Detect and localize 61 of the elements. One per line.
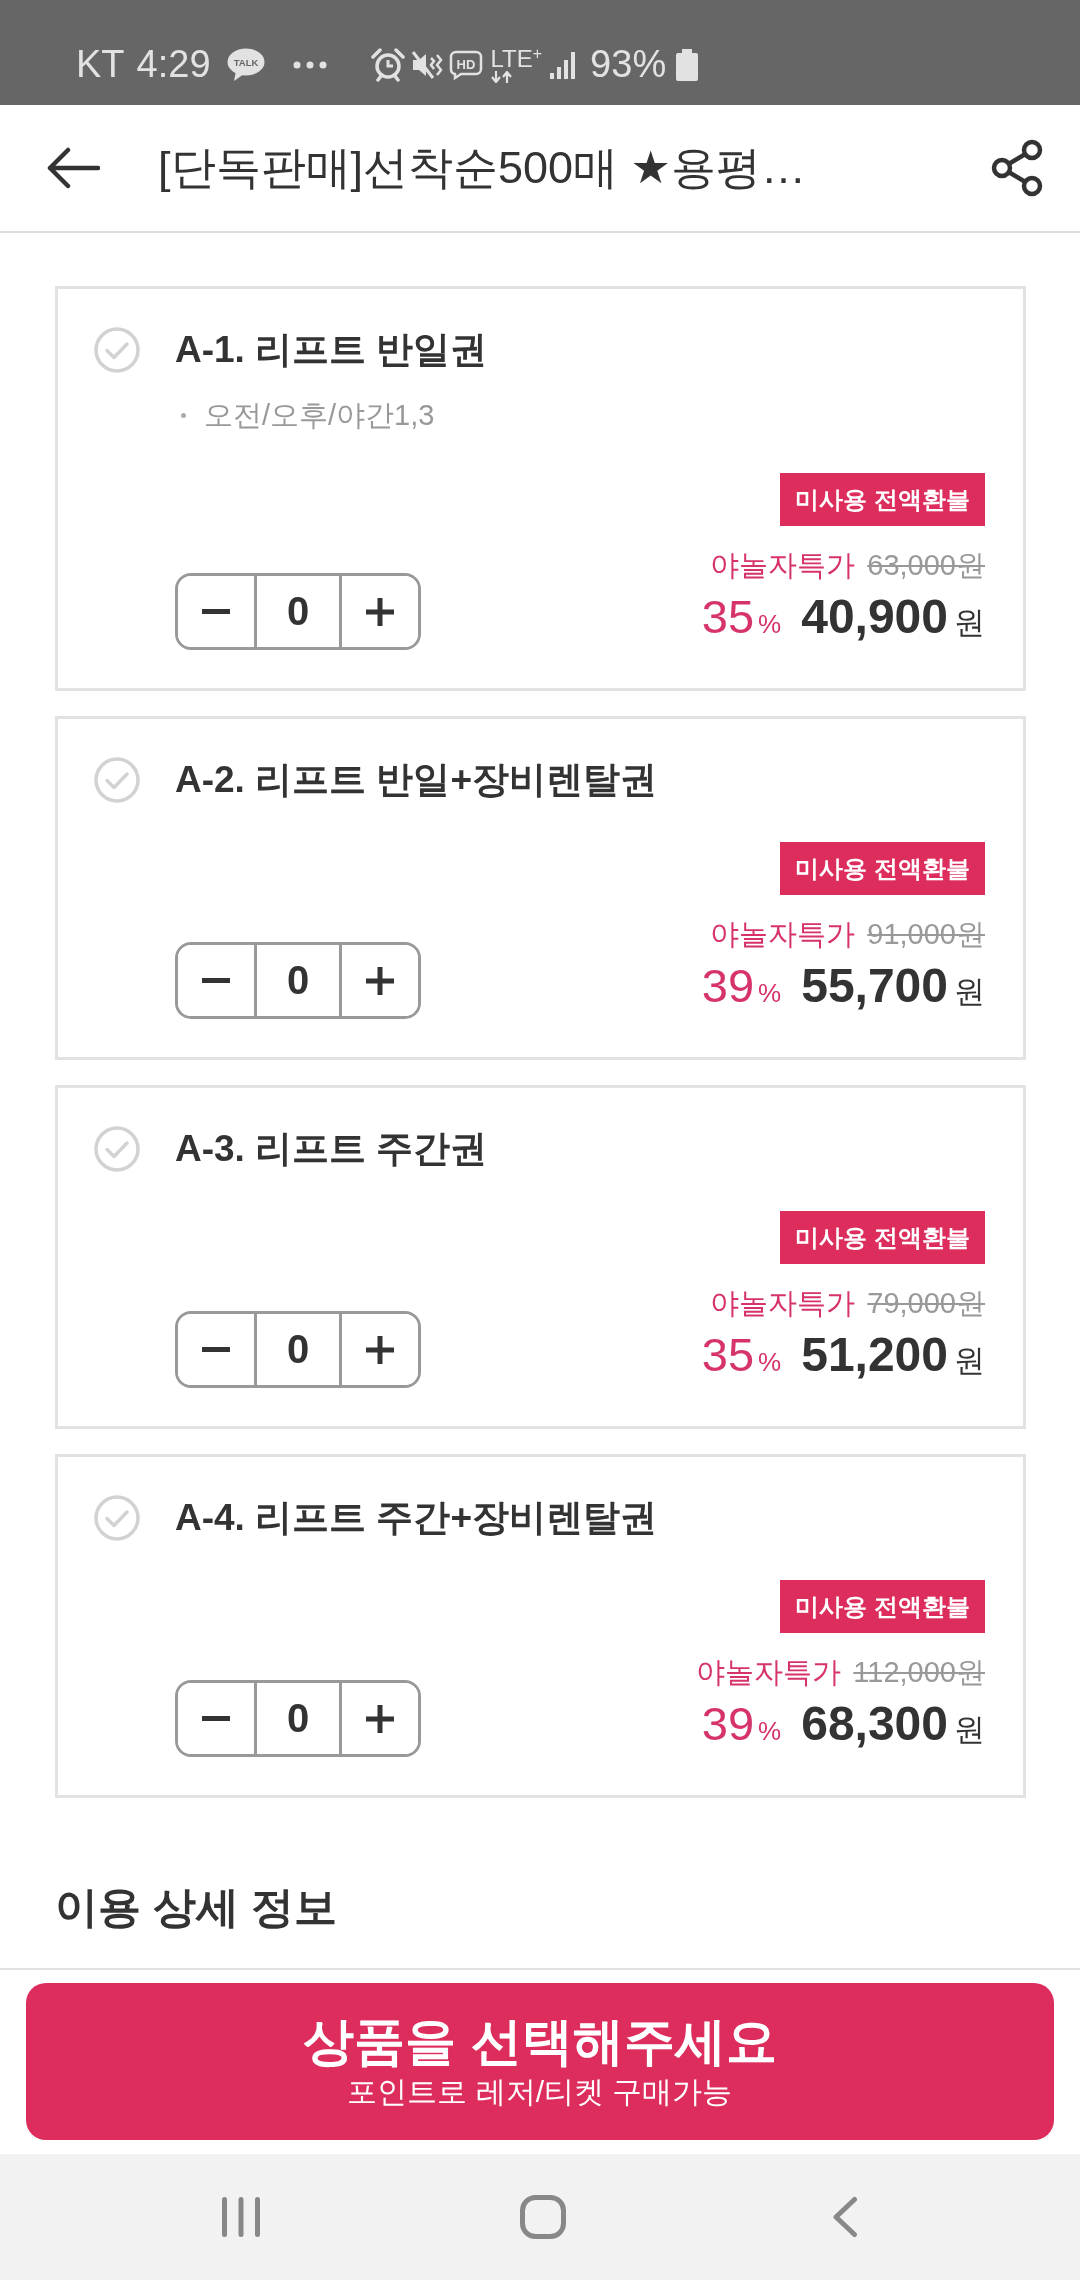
minus-icon bbox=[202, 1347, 230, 1352]
plus-icon bbox=[366, 966, 394, 995]
bullet-icon bbox=[181, 412, 186, 418]
refund-badge: 미사용 전액환불 bbox=[780, 473, 985, 526]
sale-price: 68,300 원 bbox=[801, 1696, 985, 1752]
check-circle-icon[interactable] bbox=[94, 757, 140, 803]
plus-icon bbox=[366, 1335, 394, 1364]
signal-icon bbox=[550, 50, 577, 79]
back-chevron-icon bbox=[832, 2196, 858, 2238]
quantity-stepper[interactable]: 0 bbox=[175, 942, 421, 1019]
discount-rate: 35% bbox=[701, 589, 782, 645]
discount-rate: 35% bbox=[701, 1327, 782, 1383]
plus-icon bbox=[366, 597, 394, 626]
option-name: A-1. 리프트 반일권 bbox=[175, 328, 489, 372]
minus-icon bbox=[202, 978, 230, 983]
discount-rate: 39% bbox=[701, 1696, 782, 1752]
minus-icon bbox=[202, 1716, 230, 1721]
plus-icon bbox=[366, 1704, 394, 1733]
network-type: LTE$^{+}$ bbox=[490, 46, 543, 71]
sale-price: 55,700 원 bbox=[801, 958, 985, 1014]
hd-voice-icon: HD bbox=[448, 49, 483, 80]
refund-badge: 미사용 전액환불 bbox=[780, 1580, 985, 1633]
alarm-clock-icon bbox=[370, 47, 405, 82]
recents-icon bbox=[222, 2197, 260, 2237]
option-name: A-4. 리프트 주간+장비렌탈권 bbox=[175, 1496, 659, 1540]
back-arrow-icon[interactable] bbox=[46, 147, 100, 189]
quantity-stepper[interactable]: 0 bbox=[175, 1680, 421, 1757]
data-arrows-icon bbox=[490, 70, 513, 83]
option-name: A-3. 리프트 주간권 bbox=[175, 1127, 489, 1171]
carrier-name: KT bbox=[76, 43, 125, 86]
price-label: 야놀자특가 bbox=[710, 548, 856, 583]
share-icon[interactable] bbox=[990, 139, 1044, 197]
status-time: 4:29 bbox=[136, 43, 211, 86]
home-icon bbox=[520, 2195, 566, 2239]
original-price: 63,000원 bbox=[867, 548, 985, 583]
battery-icon bbox=[676, 48, 699, 81]
battery-percent: 93% bbox=[590, 43, 667, 86]
original-price: 112,000원 bbox=[853, 1655, 985, 1690]
original-price: 91,000원 bbox=[867, 917, 985, 952]
minus-icon bbox=[202, 609, 230, 614]
sale-price: 40,900 원 bbox=[801, 589, 985, 645]
refund-badge: 미사용 전액환불 bbox=[780, 1211, 985, 1264]
sale-price: 51,200 원 bbox=[801, 1327, 985, 1383]
option-name: A-2. 리프트 반일+장비렌탈권 bbox=[175, 758, 659, 802]
page-title: [단독판매]선착순500매 ★용평… bbox=[158, 141, 807, 195]
refund-badge: 미사용 전액환불 bbox=[780, 842, 985, 895]
price-label: 야놀자특가 bbox=[710, 1286, 856, 1321]
section-title: 이용 상세 정보 bbox=[55, 1882, 338, 1933]
quantity-stepper[interactable]: 0 bbox=[175, 573, 421, 650]
discount-rate: 39% bbox=[701, 958, 782, 1014]
select-product-button[interactable]: 상품을 선택해주세요 포인트로 레저/티켓 구매가능 bbox=[26, 1983, 1054, 2140]
quantity-stepper[interactable]: 0 bbox=[175, 1311, 421, 1388]
check-circle-icon[interactable] bbox=[94, 1495, 140, 1541]
price-label: 야놀자특가 bbox=[696, 1655, 842, 1690]
original-price: 79,000원 bbox=[867, 1286, 985, 1321]
more-icon bbox=[292, 60, 327, 69]
check-circle-icon[interactable] bbox=[94, 327, 140, 373]
mute-icon bbox=[410, 48, 443, 81]
price-label: 야놀자특가 bbox=[710, 917, 856, 952]
option-note: 오전/오후/야간1,3 bbox=[204, 398, 435, 433]
check-circle-icon[interactable] bbox=[94, 1126, 140, 1172]
